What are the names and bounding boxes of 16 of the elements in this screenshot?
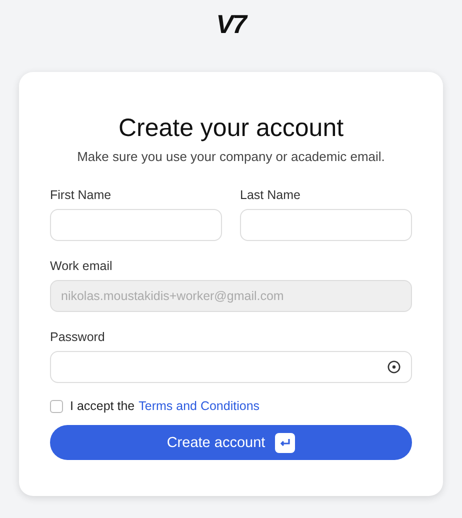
name-input[interactable] [50,209,222,241]
enter-key-icon [275,432,296,452]
page-title: Create your account [117,114,345,143]
field-label: Last Name [240,188,300,202]
terms-checkbox[interactable] [50,400,63,412]
field-label: First Name [50,188,112,202]
field-label: Work email [50,259,112,273]
terms-link[interactable]: Terms and Conditions [138,399,260,413]
password-input[interactable] [50,351,412,383]
subtitle: Make sure you use your company or academic email. [76,149,386,164]
terms-text: I accept the [70,399,135,413]
name-input[interactable] [240,209,412,241]
create-account-button[interactable]: Create account [50,425,412,460]
field-label: Password [50,330,105,344]
logo: V7 [216,10,246,38]
eye-icon[interactable] [387,360,401,374]
